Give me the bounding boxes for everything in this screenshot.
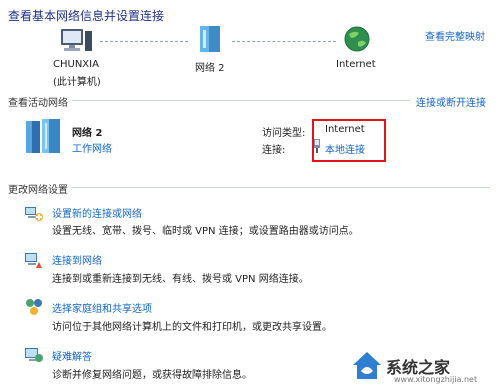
connection-label: 连接: bbox=[262, 145, 286, 156]
page-title: 查看基本网络信息并设置连接 bbox=[8, 9, 165, 23]
watermark-url: www.xitongzhijia.net bbox=[394, 375, 478, 384]
active-divider bbox=[72, 100, 410, 101]
troubleshoot-icon bbox=[25, 348, 43, 362]
active-network-name: 网络 2 bbox=[72, 128, 103, 139]
work-network-icon bbox=[26, 119, 60, 153]
globe-icon bbox=[344, 26, 370, 52]
computer-name: CHUNXIA bbox=[53, 59, 99, 70]
highlight-box bbox=[312, 119, 386, 162]
active-section-label: 查看活动网络 bbox=[8, 98, 68, 109]
change-item-title[interactable]: 选择家庭组和共享选项 bbox=[52, 300, 152, 315]
change-item-title[interactable]: 连接到网络 bbox=[52, 252, 102, 267]
connect-network-icon bbox=[25, 253, 42, 268]
change-item-desc: 诊断并修复网络问题，或获得故障排除信息。 bbox=[52, 370, 252, 381]
network-icon bbox=[200, 26, 220, 52]
change-item-desc: 连接到或重新连接到无线、有线、拨号或 VPN 网络连接。 bbox=[52, 274, 309, 285]
computer-sub: (此计算机) bbox=[53, 77, 101, 88]
computer-icon bbox=[61, 29, 92, 51]
full-map-link[interactable]: 查看完整映射 bbox=[425, 28, 485, 43]
change-divider bbox=[72, 187, 490, 188]
homegroup-icon bbox=[26, 299, 42, 315]
network-type-link[interactable]: 工作网络 bbox=[72, 140, 112, 155]
change-item-desc: 设置无线、宽带、拨号、临时或 VPN 连接；或设置路由器或访问点。 bbox=[52, 226, 359, 237]
map-connector-2 bbox=[232, 41, 336, 42]
setup-connection-icon bbox=[25, 207, 43, 221]
change-section-label: 更改网络设置 bbox=[8, 185, 68, 196]
change-item-title[interactable]: 设置新的连接或网络 bbox=[52, 205, 142, 220]
change-item-title[interactable]: 疑难解答 bbox=[52, 348, 92, 363]
map-internet-label: Internet bbox=[336, 59, 376, 70]
connect-disconnect-link[interactable]: 连接或断开连接 bbox=[416, 94, 486, 109]
map-connector-1 bbox=[100, 41, 188, 42]
access-type-label: 访问类型: bbox=[262, 128, 306, 139]
change-item-desc: 访问位于其他网络计算机上的文件和打印机，或更改共享设置。 bbox=[52, 322, 332, 333]
map-network-name: 网络 2 bbox=[195, 63, 225, 74]
watermark-logo-icon bbox=[353, 352, 381, 379]
